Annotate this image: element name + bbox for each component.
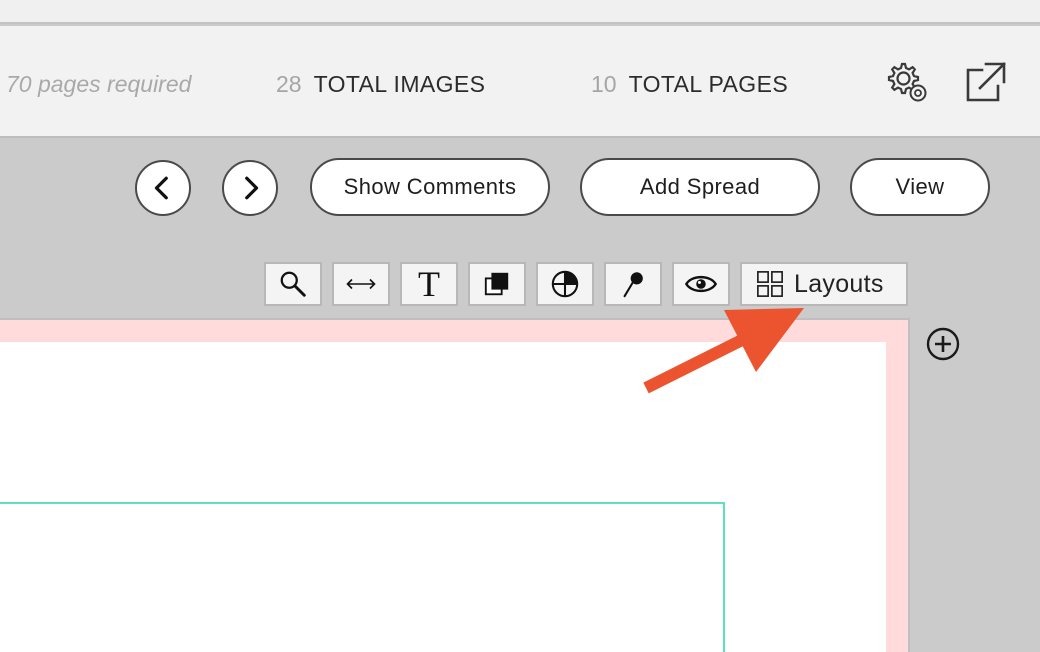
total-images-count: 28 [276,71,302,97]
double-arrow-icon [346,278,376,290]
text-icon: T [418,264,440,304]
preview-tool-button[interactable] [672,262,730,306]
photobook-editor: 70 pages required 28 TOTAL IMAGES 10 TOTAL… [0,0,1040,652]
top-strip [0,0,1040,24]
crop-tool-button[interactable] [536,262,594,306]
view-button[interactable]: View [850,158,990,216]
layers-icon [484,272,509,296]
pie-icon [551,270,579,298]
layouts-label: Layouts [794,269,884,298]
total-pages-label: TOTAL PAGES [628,71,789,97]
pin-icon [623,272,643,298]
magnifier-icon [280,271,306,297]
grid-icon [757,271,783,297]
prev-spread-button[interactable] [135,160,191,216]
arrange-tool-button[interactable] [468,262,526,306]
total-images-stat: 28 TOTAL IMAGES [276,70,485,98]
chevron-left-icon [154,176,168,200]
total-images-label: TOTAL IMAGES [313,71,486,97]
stretch-tool-button[interactable] [332,262,390,306]
stats-bar: 70 pages required 28 TOTAL IMAGES 10 TOTAL… [0,26,1040,138]
total-pages-count: 10 [591,71,617,97]
total-pages-stat: 10 TOTAL PAGES [591,70,788,98]
external-link-icon[interactable] [960,58,1008,106]
plus-circle-icon[interactable] [925,326,961,362]
zoom-tool-button[interactable] [264,262,322,306]
layouts-button[interactable]: Layouts [740,262,908,306]
pin-tool-button[interactable] [604,262,662,306]
show-comments-button[interactable]: Show Comments [310,158,550,216]
next-spread-button[interactable] [222,160,278,216]
gear-icon[interactable] [882,58,930,106]
pages-required-text: 70 pages required [6,71,192,97]
text-tool-button[interactable]: T [400,262,458,306]
eye-icon [684,275,718,293]
add-spread-button[interactable]: Add Spread [580,158,820,216]
chevron-right-icon [245,176,259,200]
image-frame[interactable] [0,502,725,652]
